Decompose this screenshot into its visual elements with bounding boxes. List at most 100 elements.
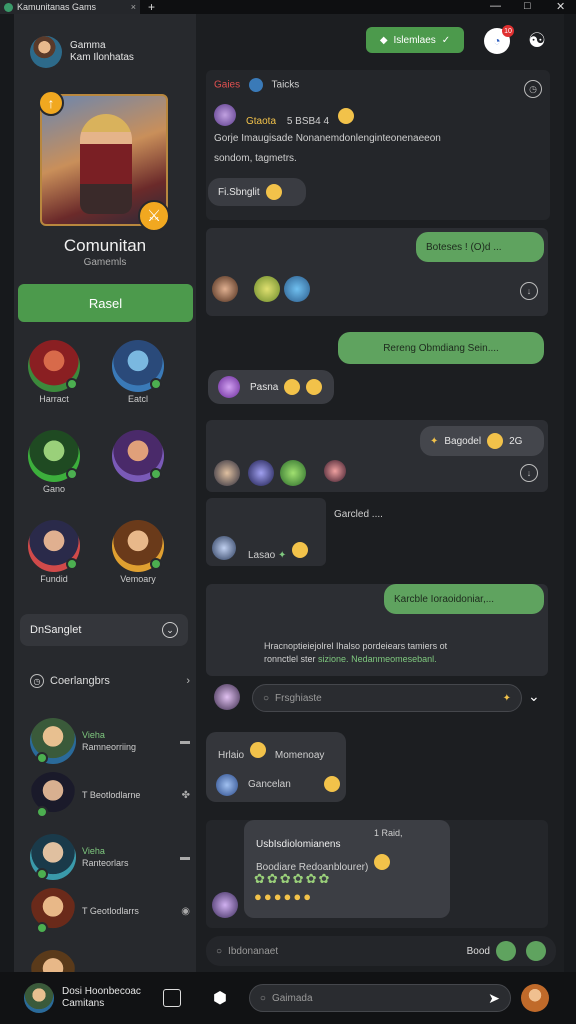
reaction-avatar (248, 460, 274, 486)
member-avatar (112, 340, 164, 392)
hero-title: Comunitan (63, 236, 147, 255)
received-bubble: Pasna (208, 370, 334, 404)
chevron-down-icon[interactable]: ⌄ (528, 688, 540, 705)
dropdown-select[interactable]: DnSanglet ⌄ (20, 614, 188, 646)
friend-status: Ranteorlars (82, 858, 129, 868)
controller-icon[interactable] (162, 989, 181, 1007)
member-item[interactable]: Fundid (24, 520, 84, 584)
download-icon[interactable]: ↓ (520, 464, 538, 482)
reaction-avatar (284, 276, 310, 302)
channel-name: Gaies (214, 79, 241, 91)
member-avatar (112, 520, 164, 572)
friend-avatar (30, 772, 76, 818)
browser-tab[interactable]: Kamunitanas Gams × (0, 0, 140, 14)
send-icon[interactable]: ➤ (488, 990, 500, 1007)
bottom-search-placeholder: Gaimada (271, 992, 313, 1004)
reaction-avatar (324, 460, 346, 482)
smile-emoji-icon (374, 854, 391, 870)
close-button[interactable]: ✕ (556, 0, 565, 13)
friend-item[interactable]: T Beotlodlarne ✤ (30, 770, 190, 820)
member-item[interactable]: Gano (24, 430, 84, 494)
people-icon[interactable]: ☯ (528, 28, 546, 53)
profile-avatar (30, 36, 62, 68)
member-item[interactable] (108, 430, 168, 484)
cube-icon[interactable]: ⬢ (213, 988, 227, 1008)
member-item[interactable]: Vemoary (108, 520, 168, 584)
feed-post: 1 Raid, UsbIsdiolomianens Boodiare Redoa… (206, 820, 548, 928)
controller-icon[interactable]: ✤ (182, 790, 190, 801)
post-user-avatar (216, 774, 238, 796)
post-user-avatar (212, 536, 236, 560)
emoji-row: ●●●●●● (254, 889, 314, 904)
post-text-line2: ronnctlel ster (264, 654, 316, 664)
post-meta: 1 Raid, (374, 828, 403, 838)
message-icon[interactable]: ▬ (180, 736, 190, 747)
friend-avatar (30, 718, 76, 764)
friend-status: T Beotlodlarne (82, 790, 141, 800)
friend-avatar (30, 950, 76, 972)
reply-input[interactable]: ○ Frsghiaste ✦ (252, 684, 522, 712)
emoji-button-icon[interactable] (496, 941, 516, 961)
feed-post: ✦ Bagodel 2G ↓ (206, 420, 548, 492)
profile-header[interactable]: Gamma Kam Ilonhatas (30, 36, 134, 68)
primary-action-button[interactable]: Rasel (18, 284, 193, 322)
hero-subtitle: Gamemls (83, 257, 127, 268)
member-label: Eatcl (127, 394, 148, 404)
received-text: Bagodel (444, 435, 482, 447)
friend-item[interactable]: T Geotlodlarrs ◉ (30, 886, 190, 936)
rank-badge-icon: ↑ (38, 90, 64, 116)
post-text-highlight: sizione. (318, 654, 349, 664)
feed-post: Boteses ! (O)d ... ↓ (206, 228, 548, 316)
chevron-down-icon: ⌄ (162, 622, 178, 638)
account-avatar[interactable] (520, 984, 549, 1012)
feed-post: Lasao ✦ (206, 498, 326, 566)
sparkle-icon[interactable]: ✦ (503, 693, 511, 704)
member-item[interactable]: Harract (24, 340, 84, 404)
tab-title: Kamunitanas Gams (17, 2, 97, 12)
globe-icon[interactable]: ◉ (181, 906, 190, 917)
tab-close-icon[interactable]: × (131, 2, 136, 12)
categories-row[interactable]: ◷ Coerlangbrs › (30, 674, 190, 688)
post-meta: 5 BSB4 4 (286, 116, 330, 127)
download-icon[interactable]: ↓ (520, 282, 538, 300)
friend-avatar (30, 834, 76, 880)
check-circle-icon[interactable] (526, 941, 546, 961)
top-action-label: Islemlaes (393, 34, 436, 46)
sent-bubble: Karcble Ioraoidoniar,... (384, 584, 544, 614)
member-avatar (28, 340, 80, 392)
member-label: Gano (42, 484, 66, 494)
message-icon[interactable]: ▬ (180, 852, 190, 863)
user-avatar[interactable] (24, 983, 54, 1013)
member-item[interactable]: Eatcl (108, 340, 168, 404)
post-text-rest: Nedanmeomesebanl. (351, 654, 437, 664)
typing-label: Garcled .... (334, 509, 383, 520)
post-user-avatar (212, 892, 238, 918)
right-edge (564, 14, 576, 972)
bottom-search-input[interactable]: ○ Gaimada ➤ (248, 984, 511, 1012)
reply-bubble: Fi.Sbnglit (208, 178, 306, 206)
composer-avatar (214, 684, 240, 710)
emoji-row: ✿✿✿✿✿✿ (254, 871, 332, 886)
send-label[interactable]: Bood (467, 946, 490, 957)
smile-emoji-icon (265, 184, 282, 200)
new-tab-button[interactable]: + (148, 0, 155, 14)
top-action-pill[interactable]: ◆ Islemlaes ✓ (366, 27, 464, 53)
chat-input[interactable]: ○ Ibdonanaet Bood (206, 936, 556, 966)
notification-icon[interactable]: ◔ 10 (484, 25, 514, 54)
smile-emoji-icon (337, 108, 354, 124)
received-bubble: ✦ Bagodel 2G (420, 426, 544, 456)
post-user-name: Lasao (248, 550, 276, 561)
friend-status: T Geotlodlarrs (82, 906, 139, 916)
more-icon[interactable]: ◷ (524, 80, 542, 98)
received-text: Hrlaio (218, 750, 245, 761)
received-bubble: 1 Raid, UsbIsdiolomianens Boodiare Redoa… (244, 820, 450, 918)
member-label: Harract (39, 394, 69, 404)
friend-item[interactable]: Vieha Ramneorriing ▬ (30, 716, 190, 766)
maximize-button[interactable]: □ (524, 0, 531, 12)
star-icon: ✦ (430, 435, 439, 447)
friend-item[interactable] (30, 948, 190, 972)
search-icon: ○ (216, 945, 223, 957)
minimize-button[interactable]: — (490, 0, 501, 12)
friend-item[interactable]: Vieha Ranteorlars ▬ (30, 832, 190, 882)
hero-character (80, 114, 132, 214)
